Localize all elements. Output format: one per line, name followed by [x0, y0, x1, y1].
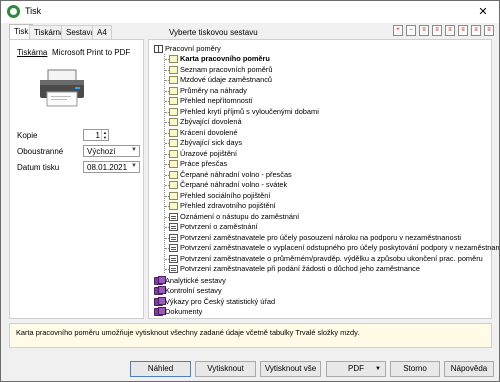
toolbar-doc-button-3[interactable]: ≡	[445, 25, 455, 36]
tab-a4[interactable]: A4	[92, 25, 112, 39]
tree-group-label: Výkazy pro Český statistický úřad	[165, 296, 276, 306]
tree-group-label: Dokumenty	[165, 307, 203, 316]
report-icon	[169, 170, 178, 179]
tree-item-label: Přehled zdravotního pojištění	[180, 201, 276, 210]
tree-item-label: Potvrzení zaměstnavatele o vyplacení ods…	[180, 243, 500, 252]
chevron-down-icon: ▼	[375, 366, 381, 372]
tree-group-label: Analytické sestavy	[165, 275, 226, 285]
description-panel: Karta pracovního poměru umožňuje vytiskn…	[9, 323, 492, 348]
help-button[interactable]: Nápověda	[444, 361, 494, 377]
cancel-button[interactable]: Storno	[390, 361, 440, 377]
tree-item-label: Karta pracovního poměru	[180, 54, 270, 63]
report-icon	[169, 118, 178, 126]
report-icon	[169, 160, 178, 168]
tree-item-label: Přehled nepřítomností	[180, 96, 253, 105]
tree-group-label: Kontrolní sestavy	[165, 286, 222, 295]
print-date-label: Datum tisku	[17, 163, 60, 172]
report-icon	[169, 55, 178, 63]
print-dialog: Tisk ✕ Tisk Tiskárna Sestava A4 Tiskárna…	[0, 0, 500, 382]
tree-item-label: Zbývající dovolená	[180, 117, 242, 126]
report-select-heading: Vyberte tiskovou sestavu	[169, 28, 258, 37]
copies-stepper[interactable]: 1 ▲ ▼	[83, 129, 109, 141]
tree-item-label: Krácení dovolené	[180, 127, 238, 137]
tree-item-label: Čerpané náhradní volno - přesčas	[180, 169, 292, 179]
toolbar-doc-button-4[interactable]: ≡	[458, 25, 468, 36]
print-all-button[interactable]: Vytisknout vše	[260, 361, 321, 377]
tree-item-label: Potvrzení zaměstnavatele při podání žádo…	[180, 264, 420, 273]
collapse-all-button[interactable]: −	[406, 25, 416, 36]
toolbar-doc-button-6[interactable]: ≡	[484, 25, 494, 36]
preview-button[interactable]: Náhled	[130, 361, 191, 377]
duplex-label: Oboustranné	[17, 147, 64, 156]
report-icon	[169, 202, 178, 210]
toolbar-doc-button-1[interactable]: ≡	[419, 25, 429, 36]
spin-arrows-icon[interactable]: ▲ ▼	[101, 130, 108, 140]
printer-label[interactable]: Tiskárna	[17, 48, 47, 57]
report-tree[interactable]: Pracovní poměry Karta pracovního poměru S…	[148, 39, 500, 319]
report-icon	[169, 139, 178, 147]
print-settings-panel: Tiskárna Microsoft Print to PDF Kopie 1 …	[9, 39, 144, 319]
tree-item-label: Práce přesčas	[180, 159, 228, 168]
tree-item-label: Oznámení o nástupu do zaměstnání	[180, 211, 300, 221]
open-book-icon	[154, 45, 163, 53]
form-document-icon	[169, 244, 178, 252]
report-icon	[169, 181, 178, 189]
toolbar-doc-button-2[interactable]: ≡	[432, 25, 442, 36]
toolbar-doc-button-5[interactable]: ≡	[471, 25, 481, 36]
tree-item-label: Úrazové pojištění	[180, 148, 238, 158]
title-bar: Tisk ✕	[1, 1, 499, 23]
book-icon	[154, 286, 166, 295]
close-button[interactable]: ✕	[467, 1, 499, 23]
copies-label: Kopie	[17, 131, 38, 140]
form-document-icon	[169, 254, 178, 263]
tree-item-label: Potvrzení zaměstnavatele pro účely posou…	[180, 232, 462, 242]
tree-item-label: Potvrzení o zaměstnání	[180, 222, 258, 231]
report-icon	[169, 107, 178, 116]
window-title: Tisk	[25, 6, 42, 16]
printer-name: Microsoft Print to PDF	[52, 48, 131, 57]
tree-item-label: Mzdové údaje zaměstnanců	[180, 75, 273, 84]
expand-all-button[interactable]: +	[393, 25, 403, 36]
tree-item-label: Potvrzení zaměstnavatele o průměrném/pra…	[180, 253, 483, 263]
tree-item-label: Průměry na náhrady	[180, 85, 247, 95]
tree-item-label: Přehled sociálního pojištění	[180, 190, 271, 200]
report-icon	[169, 97, 178, 105]
duplex-select[interactable]: Výchozí ▼	[83, 145, 140, 157]
report-icon	[169, 149, 178, 158]
tree-item-label: Seznam pracovních poměrů	[180, 64, 273, 74]
chevron-down-icon: ▼	[131, 147, 137, 153]
report-icon	[169, 65, 178, 74]
form-document-icon	[169, 212, 178, 221]
duplex-value: Výchozí	[87, 147, 116, 156]
book-icon	[154, 307, 166, 316]
form-document-icon	[169, 233, 178, 242]
book-icon	[154, 275, 166, 285]
form-document-icon	[169, 223, 178, 231]
report-icon	[169, 86, 178, 95]
pdf-button[interactable]: PDF ▼	[326, 361, 386, 377]
tree-item-label: Přehled krytí příjmů s vyloučenými dobam…	[180, 106, 319, 116]
report-icon	[169, 191, 178, 200]
book-icon	[154, 296, 166, 306]
tree-item-label: Zbývající sick days	[180, 138, 243, 147]
copies-value: 1	[95, 131, 100, 140]
chevron-down-icon: ▼	[131, 163, 137, 169]
print-date-picker[interactable]: 08.01.2021 ▼	[83, 161, 140, 173]
print-button[interactable]: Vytisknout	[195, 361, 256, 377]
report-description: Karta pracovního poměru umožňuje vytiskn…	[16, 328, 360, 337]
tree-node-label: Pracovní poměry	[165, 44, 221, 53]
report-icon	[169, 76, 178, 84]
pdf-button-label: PDF	[348, 364, 364, 373]
printer-icon	[40, 69, 84, 107]
app-icon	[7, 5, 20, 18]
print-date-value: 08.01.2021	[87, 163, 128, 172]
tree-item-label: Čerpané náhradní volno - svátek	[180, 180, 288, 189]
form-document-icon	[169, 265, 178, 273]
report-icon	[169, 128, 178, 137]
